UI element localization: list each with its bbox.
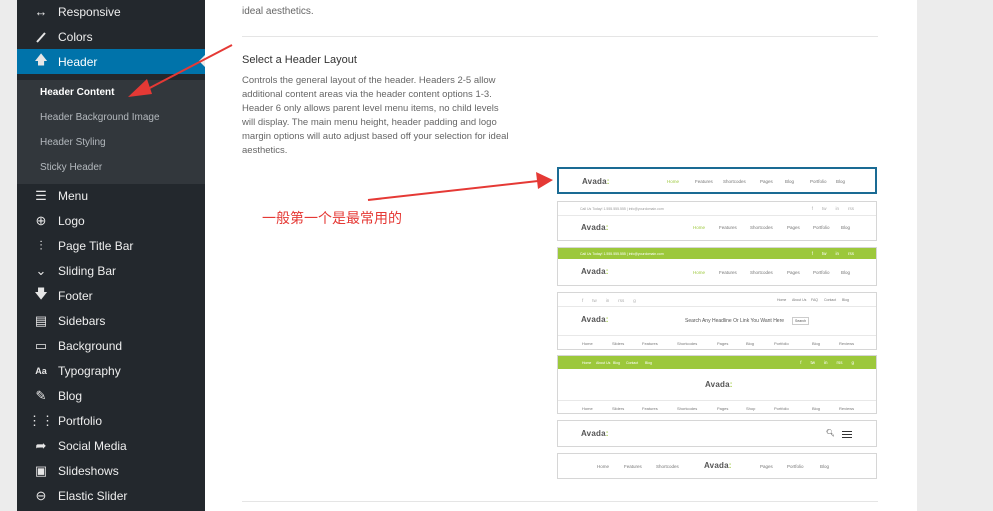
- sidebar-item-label: Background: [58, 338, 123, 353]
- sidebar-item-label: Sliding Bar: [58, 263, 117, 278]
- sidebar-item-label: Footer: [58, 288, 93, 303]
- header-nav: Home Sliders Features Shortcodes Pages Blog Po…: [582, 341, 855, 346]
- edit-icon: ✎: [35, 387, 47, 403]
- top-nav: Home About Us Blog Contact Blog: [582, 361, 653, 365]
- sidebar-item-sidebars[interactable]: ▤ Sidebars: [17, 308, 205, 333]
- theme-options-sidebar: ↔ Responsive Colors 🡅 Header Header Cont…: [17, 0, 205, 511]
- search-icon: 🔍︎: [826, 430, 835, 437]
- sliders-icon: ⫶: [39, 237, 43, 253]
- social-icons: f tw in rss: [811, 206, 854, 211]
- typography-icon: Aa: [35, 365, 47, 376]
- submenu-item-header-content[interactable]: Header Content: [40, 87, 114, 98]
- sidebar-item-label: Menu: [58, 188, 89, 203]
- arrow-down-icon: 🡇: [34, 285, 48, 301]
- submenu-item-sticky-header[interactable]: Sticky Header: [40, 162, 102, 173]
- section-divider: [242, 36, 878, 37]
- previous-section-description: ideal aesthetics.: [242, 6, 314, 17]
- top-nav: Home About Us FAQ Contact Blog: [777, 298, 850, 302]
- header-nav-left: Home Features Shortcodes: [597, 464, 679, 469]
- sidebar-item-elastic-slider[interactable]: ⊖ Elastic Slider: [17, 483, 205, 508]
- sidebar-item-typography[interactable]: Aa Typography: [17, 358, 205, 383]
- header-nav: Home Features Shortcodes Pages Portfolio Blog: [693, 225, 851, 230]
- arrows-horizontal-icon: ↔: [34, 4, 48, 19]
- header-nav: Home Sliders Features Shortcodes Pages Shop Po…: [582, 406, 855, 411]
- arrow-up-icon: 🡅: [34, 51, 48, 67]
- sidebar-item-label: Typography: [58, 363, 121, 378]
- header-nav: Home Features Shortcodes Pages Blog Portfolio…: [667, 179, 846, 184]
- share-icon: ➦: [35, 437, 47, 453]
- header-top-bar: Home About Us Blog Contact Blog f tw in rss g: [558, 356, 876, 369]
- sidebar-item-portfolio[interactable]: ⋮⋮ Portfolio: [17, 408, 205, 433]
- sidebar-item-label: Portfolio: [58, 413, 103, 428]
- submenu-item-header-background-image[interactable]: Header Background Image: [40, 112, 160, 123]
- monitor-icon: ▭: [34, 337, 48, 353]
- header-nav-right: Pages Portfolio Blog: [760, 464, 830, 469]
- sidebar-item-label: Logo: [58, 213, 85, 228]
- avada-logo: Avada:: [581, 429, 609, 438]
- header-layout-7[interactable]: Home Features Shortcodes Avada: Pages Portf…: [557, 453, 877, 479]
- section-description: Controls the general layout of the heade…: [242, 75, 509, 156]
- header-nav: Home Features Shortcodes Pages Portfolio Blog: [693, 270, 851, 275]
- sidebar-item-label: Blog: [58, 388, 83, 403]
- sidebar-item-footer[interactable]: 🡇 Footer: [17, 283, 205, 308]
- sidebar-item-sliding-bar[interactable]: ⌄ Sliding Bar: [17, 258, 205, 283]
- sidebar-item-label: Header: [58, 54, 98, 69]
- minus-circle-icon: ⊖: [35, 487, 47, 503]
- image-icon: ▣: [34, 462, 48, 478]
- plus-circle-icon: ⊕: [35, 212, 47, 228]
- section-title: Select a Header Layout: [242, 54, 357, 66]
- menu-lines-icon: ☰: [35, 187, 47, 203]
- sidebar-item-background[interactable]: ▭ Background: [17, 333, 205, 358]
- header-layout-2[interactable]: Call Us Today! 1.555.555.555 | info@your…: [557, 201, 877, 241]
- sidebar-item-label: Sidebars: [58, 313, 106, 328]
- social-icons: f tw in rss: [811, 251, 854, 256]
- avada-logo: Avada:: [582, 177, 610, 186]
- avada-logo: Avada:: [581, 267, 609, 276]
- header-top-bar: Call Us Today! 1.555.555.555 | info@your…: [580, 206, 854, 211]
- header-layout-4[interactable]: f tw in rss g Home About Us FAQ Contact Blog Ava…: [557, 292, 877, 350]
- header-layout-3[interactable]: Call Us Today! 1.555.555.555 | info@your…: [557, 247, 877, 286]
- hamburger-menu-icon: [842, 431, 852, 438]
- avada-logo: Avada:: [704, 461, 732, 470]
- sidebar-item-label: Page Title Bar: [58, 238, 134, 253]
- sidebar-item-header[interactable]: 🡅 Header: [17, 49, 205, 74]
- sidebar-item-label: Elastic Slider: [58, 488, 128, 503]
- header-layout-1[interactable]: Avada: Home Features Shortcodes Pages Blog Po…: [557, 167, 877, 194]
- sidebar-item-label: Social Media: [58, 438, 127, 453]
- sidebar-item-label: Colors: [58, 29, 93, 44]
- chevron-down-icon: ⌄: [35, 262, 47, 278]
- sidebar-item-label: Responsive: [58, 4, 121, 19]
- avada-logo: Avada:: [581, 223, 609, 232]
- sidebar-item-slideshows[interactable]: ▣ Slideshows: [17, 458, 205, 483]
- brush-icon: [34, 30, 48, 44]
- submenu-item-header-styling[interactable]: Header Styling: [40, 137, 106, 148]
- sidebar-item-label: Slideshows: [58, 463, 119, 478]
- annotation-note: 一般第一个是最常用的: [262, 211, 402, 227]
- social-icons: f tw in rss g: [800, 360, 854, 365]
- sidebar-item-responsive[interactable]: ↔ Responsive: [17, 0, 205, 24]
- social-icons: f tw in rss g: [582, 298, 636, 303]
- section-divider: [242, 501, 878, 502]
- header-submenu: Header Content Header Background Image H…: [17, 80, 205, 184]
- sidebar-item-menu[interactable]: ☰ Menu: [17, 183, 205, 208]
- sidebar-item-logo[interactable]: ⊕ Logo: [17, 208, 205, 233]
- header-layout-5[interactable]: Home About Us Blog Contact Blog f tw in rss g Av…: [557, 355, 877, 414]
- options-panel: ideal aesthetics. Select a Header Layout…: [205, 0, 917, 511]
- header-tagline: Search Any Headline Or Link You Want Her…: [685, 318, 785, 324]
- sidebar-item-social-media[interactable]: ➦ Social Media: [17, 433, 205, 458]
- sidebar-icon: ▤: [34, 312, 48, 328]
- header-top-bar: Call Us Today! 1.555.555.555 | info@your…: [558, 248, 876, 259]
- sidebar-item-blog[interactable]: ✎ Blog: [17, 383, 205, 408]
- grid-icon: ⋮⋮: [28, 412, 54, 428]
- avada-logo: Avada:: [581, 315, 609, 324]
- sidebar-item-page-title-bar[interactable]: ⫶ Page Title Bar: [17, 233, 205, 258]
- header-layout-6[interactable]: Avada: 🔍︎: [557, 420, 877, 447]
- sidebar-item-colors[interactable]: Colors: [17, 24, 205, 49]
- search-button: Search: [792, 317, 810, 325]
- avada-logo: Avada:: [705, 380, 733, 389]
